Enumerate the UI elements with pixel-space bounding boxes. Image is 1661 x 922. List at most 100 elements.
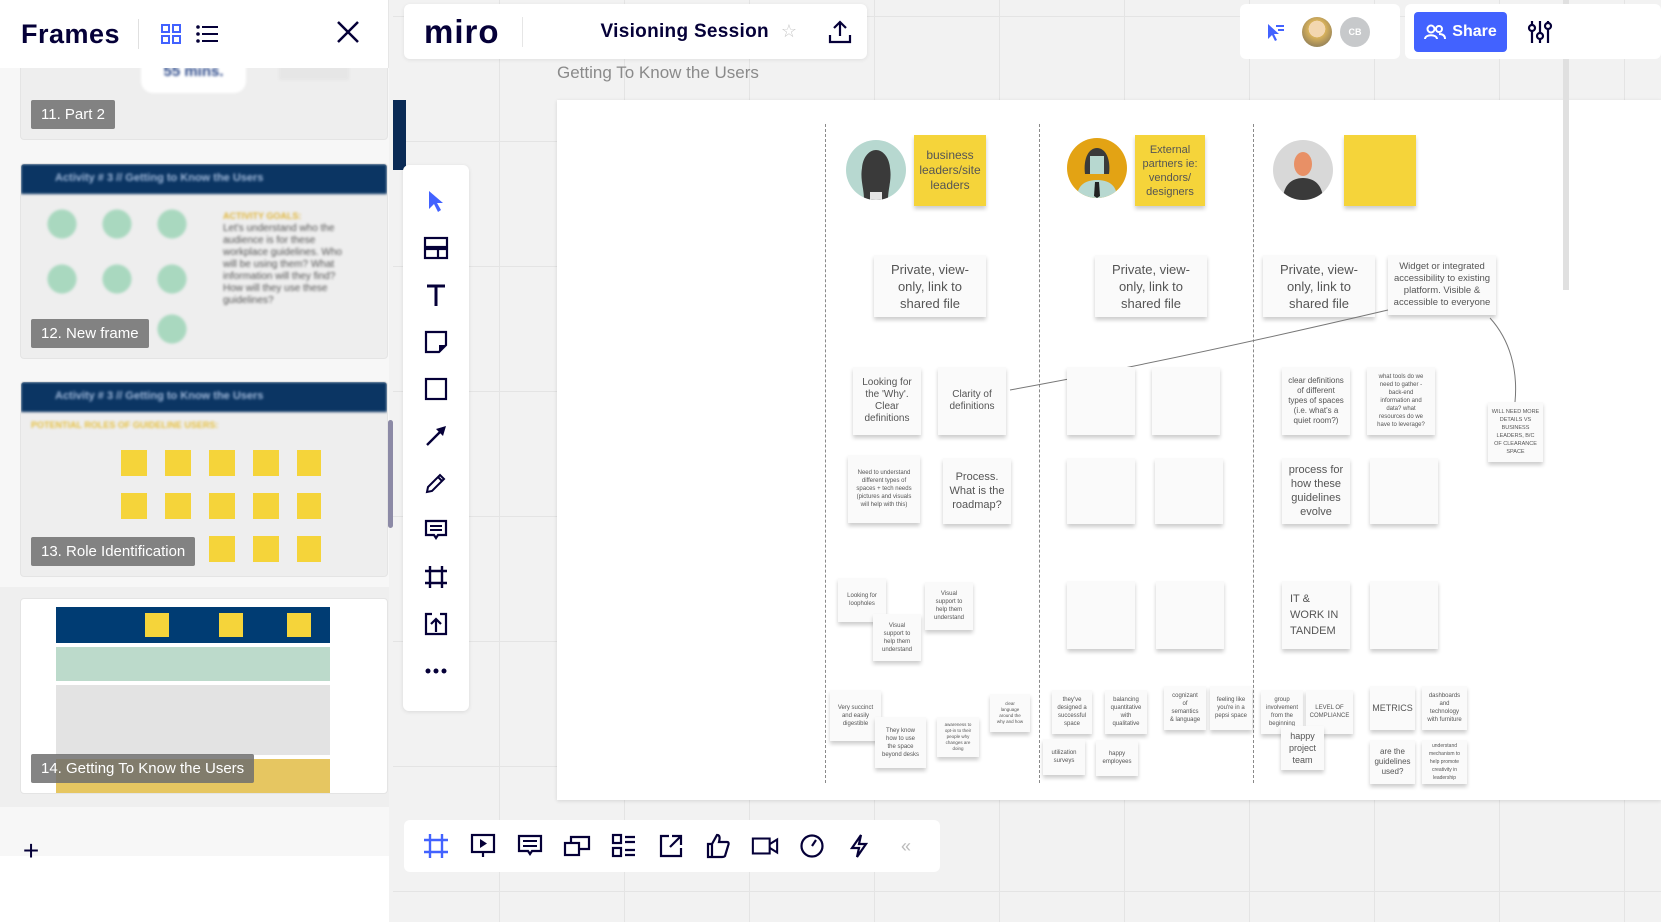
sticky-note[interactable]: Looking for the 'Why'. Clear definitions (853, 367, 921, 435)
frame-icon[interactable] (422, 563, 450, 591)
sticky-note[interactable]: Clarity of definitions (938, 367, 1006, 435)
sticky-note-empty[interactable] (1370, 581, 1438, 649)
sticky-note[interactable]: Process. What is the roadmap? (943, 458, 1011, 524)
frame-thumbnail-14[interactable]: 14. Getting To Know the Users (20, 598, 388, 794)
frames-panel-footer (0, 856, 389, 922)
sticky-note-empty[interactable] (1067, 367, 1135, 435)
sticky-note-empty[interactable] (1370, 458, 1438, 524)
sticky-note[interactable]: Private, view- only, link to shared file (1095, 255, 1207, 317)
sticky-note[interactable]: awareness to opt-in to their people why … (937, 717, 979, 757)
preview-sticky (145, 613, 169, 637)
sticky-note-icon[interactable] (422, 328, 450, 356)
frames-icon[interactable] (422, 832, 450, 860)
sticky-note[interactable]: Need to understand different types of sp… (848, 455, 920, 523)
sticky-note[interactable]: utilization surveys (1043, 739, 1085, 775)
sticky-note-empty[interactable] (1155, 458, 1223, 524)
thumbs-up-icon[interactable] (704, 832, 732, 860)
sticky-note[interactable]: IT & WORK IN TANDEM (1282, 581, 1350, 649)
column-divider (1039, 124, 1040, 783)
sticky-note-empty[interactable] (1152, 367, 1220, 435)
templates-icon[interactable] (422, 234, 450, 262)
sticky-note[interactable]: Widget or integrated accessibility to ex… (1388, 255, 1496, 315)
frame-thumbnail-12[interactable]: Activity # 3 // Getting to Know the User… (20, 163, 388, 359)
cards-icon[interactable] (563, 832, 591, 860)
add-frame-button[interactable]: + (18, 837, 44, 865)
avatar-initials[interactable]: CB (1340, 16, 1370, 47)
avatar[interactable] (1302, 16, 1332, 47)
sticky-note[interactable] (1344, 135, 1416, 206)
sticky-note[interactable]: dashboards and technology with furniture (1422, 686, 1467, 730)
close-icon[interactable] (334, 18, 362, 46)
offscreen-frame-edge (393, 100, 406, 170)
sticky-note[interactable]: cognizant of semantics & language (1164, 686, 1206, 730)
text-icon[interactable] (422, 281, 450, 309)
sticky-note[interactable]: They know how to use the space beyond de… (875, 717, 926, 768)
sticky-note[interactable]: clear language around the why and how (990, 694, 1030, 732)
share-screen-icon[interactable] (657, 832, 685, 860)
sticky-note[interactable]: balancing quantitative with qualitative (1105, 690, 1147, 734)
list-icon[interactable] (195, 22, 219, 46)
star-icon[interactable]: ☆ (781, 21, 797, 42)
sticky-note[interactable]: are the guidelines used? (1370, 740, 1415, 784)
timer-icon[interactable] (798, 832, 826, 860)
miro-logo[interactable]: miro (424, 13, 500, 51)
frames-scrollbar[interactable] (388, 420, 393, 528)
divider (521, 16, 523, 47)
upload-icon[interactable] (422, 610, 450, 638)
sticky-note-empty[interactable] (1067, 581, 1135, 649)
users-icon (1424, 24, 1447, 39)
sticky-note[interactable]: WILL NEED MORE DETAILS VS BUSINESS LEADE… (1488, 402, 1543, 462)
shape-icon[interactable] (422, 375, 450, 403)
frame-thumbnail-13[interactable]: Activity # 3 // Getting to Know the User… (20, 381, 388, 577)
frames-panel-title: Frames (21, 18, 121, 49)
arrow-icon[interactable] (422, 422, 450, 450)
frame-thumbnail-11[interactable]: 55 mins. 11. Part 2 (20, 68, 388, 140)
sticky-note[interactable]: clear definitions of different types of … (1282, 367, 1350, 435)
frame-label: 13. Role Identification (31, 537, 196, 566)
presentation-icon[interactable] (469, 832, 497, 860)
collapse-icon[interactable]: « (892, 832, 920, 860)
sticky-note[interactable]: Private, view- only, link to shared file (874, 255, 986, 317)
sticky-note[interactable]: Very succinct and easily digestible (830, 690, 881, 741)
sticky-note[interactable]: External partners ie: vendors/ designers (1135, 135, 1205, 206)
lightning-icon[interactable] (845, 832, 873, 860)
share-button[interactable]: Share (1414, 11, 1507, 52)
sticky-note[interactable]: happy employees (1096, 740, 1138, 776)
preview-subheading: POTENTIAL ROLES OF GUIDELINE USERS: (31, 420, 219, 430)
sticky-note[interactable]: business leaders/site leaders (914, 135, 986, 206)
sticky-note[interactable]: happy project team (1281, 726, 1324, 770)
comment-icon[interactable] (422, 516, 450, 544)
kanban-icon[interactable] (610, 832, 638, 860)
select-cursor-icon[interactable] (422, 187, 450, 215)
preview-info-row (56, 685, 330, 755)
sticky-note[interactable]: what tools do we need to gather - back-e… (1367, 367, 1435, 435)
sticky-note[interactable]: they've designed a successful space (1052, 690, 1092, 734)
sticky-note[interactable]: METRICS (1370, 686, 1415, 730)
comments-icon[interactable] (516, 832, 544, 860)
user-avatar-male-icon (1273, 140, 1333, 200)
preview-text: 55 mins. (141, 68, 246, 93)
frame-title[interactable]: Getting To Know the Users (557, 63, 759, 83)
settings-sliders-icon[interactable] (1527, 19, 1553, 45)
sticky-note[interactable]: understand mechanism to help promote cre… (1422, 740, 1467, 784)
frame-label: 11. Part 2 (31, 100, 115, 129)
preview-sticky (287, 613, 311, 637)
sticky-note[interactable]: feeling like you're in a pepsi space (1210, 686, 1252, 730)
sticky-note[interactable]: Visual support to help them understand (873, 614, 921, 661)
sticky-note-empty[interactable] (1067, 458, 1135, 524)
follow-cursor-icon[interactable] (1264, 21, 1286, 43)
more-icon[interactable] (422, 657, 450, 685)
sticky-note-empty[interactable] (1156, 581, 1224, 649)
sticky-note[interactable]: Visual support to help them understand (925, 582, 973, 630)
sticky-note[interactable]: process for how these guidelines evolve (1282, 458, 1350, 524)
share-toolbar: Share (1405, 4, 1661, 59)
grid-icon[interactable] (159, 22, 183, 46)
sticky-note[interactable]: Private, view- only, link to shared file (1263, 255, 1375, 317)
pen-icon[interactable] (422, 469, 450, 497)
board-title[interactable]: Visioning Session (601, 21, 769, 43)
share-label: Share (1452, 22, 1497, 40)
upload-icon[interactable] (827, 19, 853, 45)
collaborators-bar: CB (1240, 4, 1400, 59)
user-avatar-female-icon (846, 140, 906, 200)
video-camera-icon[interactable] (751, 832, 779, 860)
